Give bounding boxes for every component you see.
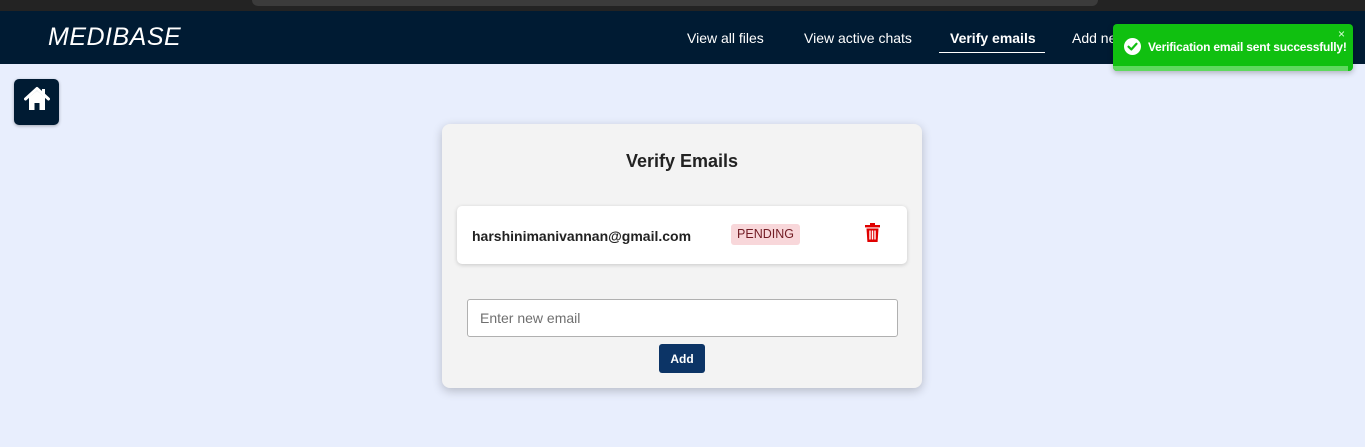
new-email-input[interactable]	[467, 299, 898, 337]
card-title: Verify Emails	[625, 151, 739, 171]
delete-email-button[interactable]	[864, 223, 881, 247]
close-icon[interactable]: ×	[1338, 27, 1345, 41]
status-badge: PENDING	[731, 224, 800, 245]
trash-icon	[865, 223, 880, 242]
toast-progress-bar	[1113, 66, 1349, 71]
email-address: harshinimanivannan@gmail.com	[472, 228, 692, 244]
success-toast[interactable]: Verification email sent successfully! ×	[1113, 24, 1353, 71]
add-email-button[interactable]: Add	[659, 344, 705, 373]
brand-logo[interactable]: MEDIBASE	[48, 23, 181, 52]
home-button[interactable]	[14, 79, 59, 125]
nav-verify-emails[interactable]: Verify emails	[950, 30, 1036, 46]
nav-view-active-chats[interactable]: View active chats	[804, 30, 912, 46]
verify-emails-card: Verify Emails harshinimanivannan@gmail.c…	[442, 124, 922, 388]
active-nav-underline	[939, 52, 1045, 53]
nav-view-all-files[interactable]: View all files	[687, 30, 764, 46]
browser-top-bar	[0, 0, 1365, 11]
check-circle-icon	[1124, 38, 1141, 55]
browser-address-bar	[252, 0, 1098, 6]
nav-add-new[interactable]: Add ne	[1072, 30, 1116, 46]
home-icon	[24, 87, 50, 110]
toast-message: Verification email sent successfully!	[1148, 40, 1347, 54]
email-list-item: harshinimanivannan@gmail.com PENDING	[457, 206, 907, 264]
